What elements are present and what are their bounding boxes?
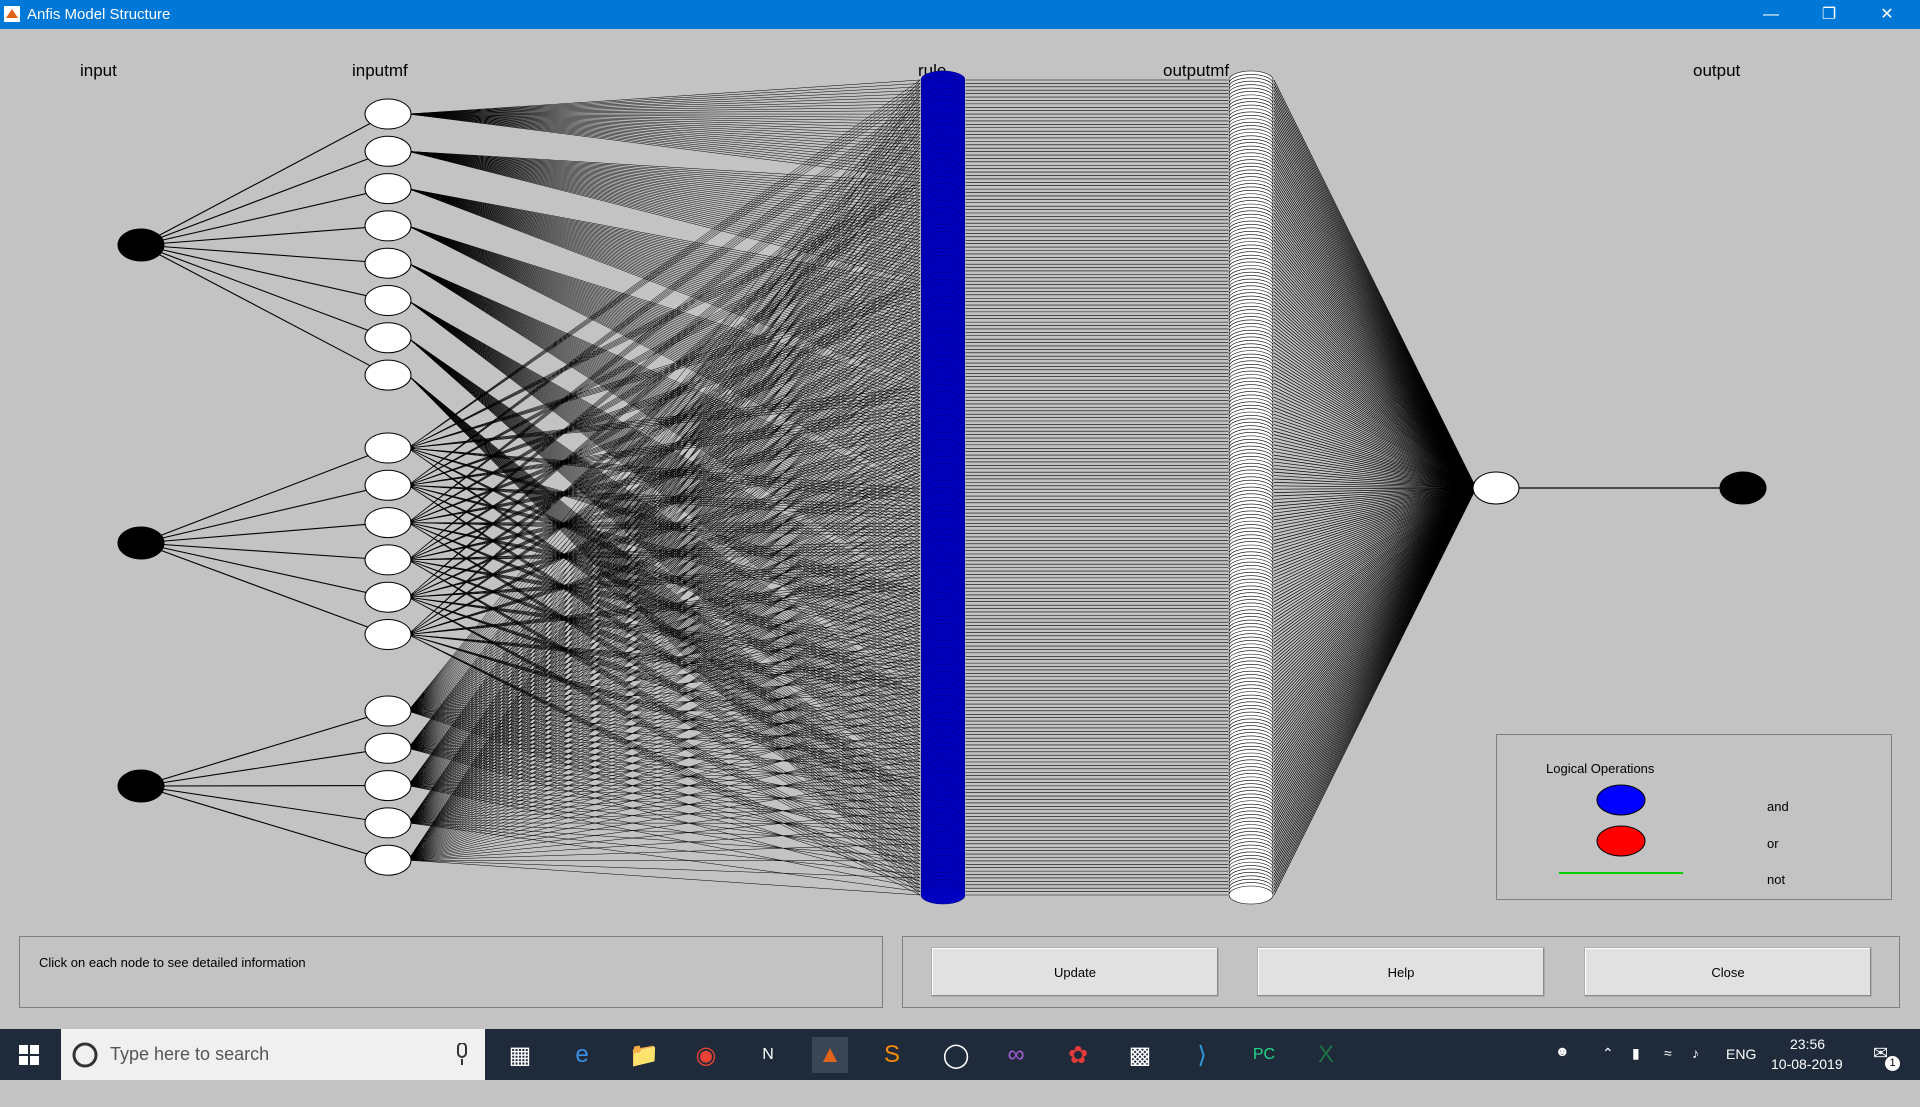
button-panel: Update Help Close [902, 936, 1900, 1008]
terminal-icon[interactable]: ▩ [1122, 1037, 1158, 1073]
microphone-icon[interactable] [455, 1043, 469, 1065]
help-button[interactable]: Help [1257, 947, 1545, 997]
input-mf-node-3-4[interactable] [365, 808, 411, 838]
input-mf-node-3-1[interactable] [365, 696, 411, 726]
taskbar: Type here to search ▦e📁◉N▲S◯∞✿▩⟩PCX ☻ ⌃ … [0, 1029, 1920, 1080]
input-mf-node-2-1[interactable] [365, 433, 411, 463]
chrome-icon[interactable]: ◉ [688, 1037, 724, 1073]
edge-icon[interactable]: e [564, 1037, 600, 1073]
legend-or-label: or [1767, 836, 1779, 851]
input-mf-node-1-5[interactable] [365, 248, 411, 278]
input-mf-node-2-5[interactable] [365, 582, 411, 612]
input-mf-node-2-3[interactable] [365, 508, 411, 538]
volume-icon[interactable]: ♪ [1692, 1045, 1699, 1096]
input-mf-node-1-8[interactable] [365, 360, 411, 390]
notification-center-icon[interactable]: ✉ [1873, 1043, 1888, 1094]
input-mf-node-2-6[interactable] [365, 620, 411, 650]
input-mf-node-1-3[interactable] [365, 174, 411, 204]
input-mf-node-2-2[interactable] [365, 470, 411, 500]
input-mf-node-1-2[interactable] [365, 136, 411, 166]
output-mf-node[interactable] [1229, 886, 1273, 904]
wifi-icon[interactable]: ≈ [1664, 1045, 1672, 1096]
and-operator-icon [1597, 785, 1645, 815]
rule-node[interactable] [921, 886, 965, 904]
taskbar-search-box[interactable]: Type here to search [61, 1029, 485, 1080]
pycharm-icon[interactable]: PC [1246, 1037, 1282, 1073]
notion-icon[interactable]: N [750, 1037, 786, 1073]
tray-chevron-icon[interactable]: ⌃ [1602, 1045, 1614, 1096]
cortana-icon [71, 1041, 99, 1069]
input-mf-node-1-6[interactable] [365, 286, 411, 316]
logical-operations-legend: Logical Operations and or not [1496, 734, 1892, 900]
battery-icon[interactable]: ▮ [1632, 1045, 1640, 1096]
info-message: Click on each node to see detailed infor… [39, 955, 306, 970]
search-placeholder: Type here to search [110, 1044, 269, 1065]
windows-start-icon[interactable] [19, 1045, 39, 1065]
clock-date[interactable]: 10-08-2019 [1771, 1056, 1843, 1107]
input-node-1[interactable] [118, 229, 164, 261]
media-icon[interactable]: ◯ [938, 1037, 974, 1073]
input-mf-node-3-5[interactable] [365, 845, 411, 875]
task-view-icon[interactable]: ▦ [502, 1037, 538, 1073]
file-explorer-icon[interactable]: 📁 [626, 1037, 662, 1073]
sublime-icon[interactable]: S [874, 1037, 910, 1073]
visual-studio-icon[interactable]: ∞ [998, 1037, 1034, 1073]
legend-and-label: and [1767, 799, 1789, 814]
input-mf-node-1-7[interactable] [365, 323, 411, 353]
output-node[interactable] [1720, 472, 1766, 504]
legend-not-label: not [1767, 872, 1785, 887]
input-mf-node-1-1[interactable] [365, 99, 411, 129]
info-panel: Click on each node to see detailed infor… [19, 936, 883, 1008]
input-mf-node-3-3[interactable] [365, 771, 411, 801]
notification-count: 1 [1885, 1056, 1900, 1071]
or-operator-icon [1597, 826, 1645, 856]
network-tool-icon[interactable]: ✿ [1060, 1037, 1096, 1073]
input-mf-node-3-2[interactable] [365, 733, 411, 763]
input-mf-node-1-4[interactable] [365, 211, 411, 241]
input-node-2[interactable] [118, 527, 164, 559]
output-aggregation-node[interactable] [1473, 472, 1519, 504]
input-node-3[interactable] [118, 770, 164, 802]
excel-icon[interactable]: X [1308, 1037, 1344, 1073]
people-icon[interactable]: ☻ [1555, 1043, 1570, 1094]
update-button[interactable]: Update [931, 947, 1219, 997]
input-mf-node-2-4[interactable] [365, 545, 411, 575]
vscode-icon[interactable]: ⟩ [1184, 1037, 1220, 1073]
language-indicator[interactable]: ENG [1726, 1046, 1756, 1097]
matlab-icon[interactable]: ▲ [812, 1037, 848, 1073]
close-button[interactable]: Close [1584, 947, 1872, 997]
